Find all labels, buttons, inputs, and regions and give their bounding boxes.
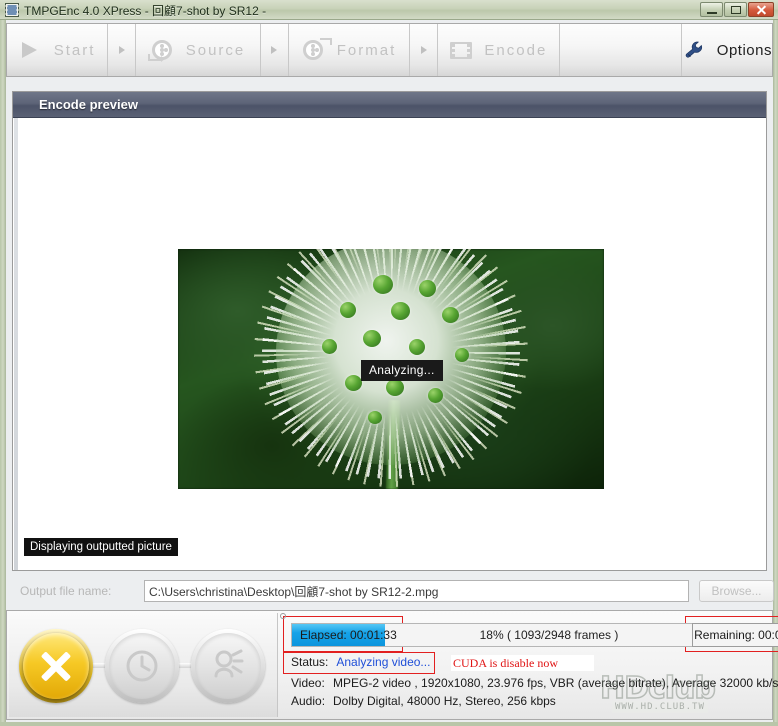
desktop-edge-bottom [0, 722, 778, 726]
reel-icon-source [147, 38, 177, 62]
watermark-sub-text: WWW.HD.CLUB.TW [612, 701, 708, 713]
clock-icon [126, 650, 158, 682]
status-line: Status: Analyzing video... [291, 655, 430, 669]
play-icon [19, 38, 45, 62]
nav-spacer [559, 24, 682, 76]
nav-step-options-label: Options [716, 41, 772, 59]
nav-step-format[interactable]: Format [288, 24, 411, 76]
transport-button-group [9, 613, 278, 717]
panel-grip-top [280, 613, 286, 619]
encode-preview-body: Analyzing... Displaying outputted pictur… [13, 118, 766, 570]
output-file-row: Output file name: Browse... [12, 580, 774, 604]
minimize-button[interactable] [700, 2, 723, 17]
video-info-key: Video: [291, 676, 325, 690]
audio-info-value: Dolby Digital, 48000 Hz, Stereo, 256 kbp… [333, 694, 556, 708]
progress-percent-label: 18% ( 1093/2948 frames ) [479, 628, 619, 642]
wrench-icon [682, 38, 708, 62]
nav-step-source-label: Source [185, 41, 246, 59]
status-label: Status: [291, 655, 329, 669]
nav-step-start[interactable]: Start [7, 24, 109, 76]
encode-status-panel: Elapsed: 00:01:33 18% ( 1093/2948 frames… [6, 610, 778, 720]
chevron-right-icon-3 [410, 24, 439, 76]
maximize-button[interactable] [724, 2, 747, 17]
preview-status-overlay: Displaying outputted picture [24, 538, 178, 556]
nav-step-start-label: Start [53, 41, 96, 59]
nav-step-format-label: Format [336, 41, 397, 59]
reel-icon-format [302, 38, 332, 62]
page-title: Encode preview [39, 97, 138, 112]
browse-button[interactable]: Browse... [699, 580, 774, 602]
film-icon [449, 38, 475, 62]
audio-info-line: Audio: Dolby Digital, 48000 Hz, Stereo, 2… [291, 694, 556, 708]
main-navigation-toolbar: Start Source Format Encode Options [6, 23, 773, 77]
analyzing-overlay-label: Analyzing... [361, 360, 443, 381]
timer-button[interactable] [105, 629, 179, 703]
flower-bloom [254, 249, 528, 488]
preview-left-rail [14, 118, 18, 570]
nav-step-encode[interactable]: Encode [438, 24, 560, 76]
video-preview-frame[interactable]: Analyzing... [178, 249, 604, 489]
audio-info-key: Audio: [291, 694, 326, 708]
encode-preview-header: Encode preview [13, 92, 766, 118]
close-button[interactable] [748, 2, 774, 17]
video-info-line: Video: MPEG-2 video , 1920x1080, 23.976 f… [291, 676, 778, 690]
user-action-button[interactable] [191, 629, 265, 703]
status-value: Analyzing video... [336, 655, 431, 669]
encode-preview-panel: Encode preview Analyzing... Displaying o… [12, 91, 767, 571]
nav-step-options[interactable]: Options [681, 24, 772, 76]
output-file-label: Output file name: [20, 584, 112, 598]
title-bar[interactable]: TMPGEnc 4.0 XPress - 回顧7-shot by SR12 - [0, 0, 778, 20]
film-window-icon [5, 3, 19, 17]
chevron-right-icon-2 [260, 24, 289, 76]
nav-step-encode-label: Encode [484, 41, 548, 59]
progress-area: Elapsed: 00:01:33 18% ( 1093/2948 frames… [279, 613, 778, 717]
cancel-x-icon [39, 649, 73, 683]
window-controls [700, 2, 774, 18]
application-window: TMPGEnc 4.0 XPress - 回顧7-shot by SR12 - … [0, 0, 778, 726]
video-info-value: MPEG-2 video , 1920x1080, 23.976 fps, VB… [333, 676, 778, 690]
window-title: TMPGEnc 4.0 XPress - 回顧7-shot by SR12 - [24, 4, 267, 18]
chevron-right-icon-1 [108, 24, 137, 76]
output-file-input[interactable] [144, 580, 689, 602]
user-search-icon [214, 649, 244, 678]
cancel-button[interactable] [19, 629, 93, 703]
cuda-note: CUDA is disable now [451, 655, 594, 671]
nav-step-source[interactable]: Source [136, 24, 261, 76]
